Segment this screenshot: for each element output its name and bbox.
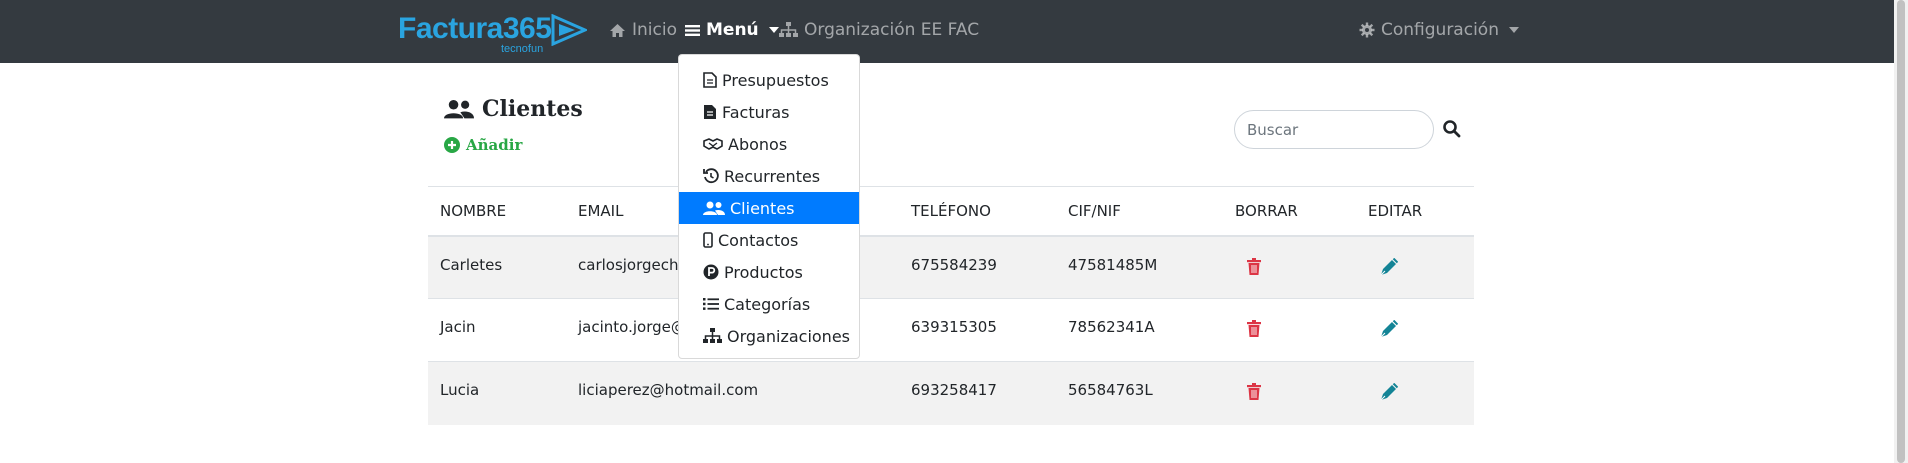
nav-menu[interactable]: Menú (685, 20, 779, 40)
users-icon (703, 201, 725, 215)
delete-button[interactable] (1247, 383, 1261, 404)
table-row: Carletes carlosjorgech7 675584239 475814… (428, 235, 1474, 299)
column-header-nombre[interactable]: NOMBRE (428, 186, 566, 237)
cell-editar (1356, 235, 1474, 299)
dropdown-item-label: Contactos (718, 230, 799, 250)
add-client-button[interactable]: Añadir (444, 136, 522, 154)
pen-icon (1380, 257, 1399, 275)
cell-nombre: Lucia (428, 361, 566, 425)
play-logo-icon (551, 14, 587, 46)
dropdown-item-label: Facturas (722, 102, 790, 122)
brand-name: Factura365 (398, 12, 552, 45)
table-row: Lucia liciaperez@hotmail.com 693258417 5… (428, 361, 1474, 425)
delete-button[interactable] (1247, 257, 1261, 279)
handshake-icon (703, 138, 723, 150)
dropdown-item-facturas[interactable]: Facturas (679, 96, 859, 128)
nav-organizacion-label: Organización EE FAC (804, 20, 980, 40)
column-header-cif[interactable]: CIF/NIF (1056, 186, 1223, 237)
cell-borrar (1223, 298, 1356, 362)
brand-logo[interactable]: Factura365 tecnofun (398, 10, 588, 55)
cell-editar (1356, 361, 1474, 425)
dropdown-item-label: Presupuestos (722, 70, 829, 90)
cell-telefono: 639315305 (899, 298, 1056, 362)
cell-email: liciaperez@hotmail.com (566, 361, 899, 425)
dropdown-item-label: Categorías (724, 294, 811, 314)
dropdown-item-label: Clientes (730, 198, 795, 218)
column-header-telefono[interactable]: TELÉFONO (899, 186, 1056, 237)
caret-down-icon (768, 27, 779, 33)
product-p-icon (703, 264, 719, 280)
dropdown-item-recurrentes[interactable]: Recurrentes (679, 160, 859, 192)
search-input[interactable] (1234, 110, 1434, 149)
dropdown-item-label: Organizaciones (727, 326, 850, 346)
cell-nombre: Carletes (428, 235, 566, 299)
edit-button[interactable] (1380, 382, 1399, 405)
page-title-text: Clientes (482, 96, 583, 122)
dropdown-item-label: Recurrentes (724, 166, 821, 186)
clients-table: NOMBRE EMAIL TELÉFONO CIF/NIF BORRAR EDI… (428, 186, 1474, 425)
bars-icon (685, 24, 700, 36)
scrollbar-thumb[interactable] (1897, 0, 1905, 463)
edit-button[interactable] (1380, 319, 1399, 342)
dropdown-item-contactos[interactable]: Contactos (679, 224, 859, 256)
cell-cif: 47581485M (1056, 235, 1223, 299)
dropdown-item-categorias[interactable]: Categorías (679, 288, 859, 320)
trash-icon (1247, 257, 1261, 275)
column-header-editar: EDITAR (1356, 186, 1474, 237)
edit-button[interactable] (1380, 257, 1399, 280)
nav-configuracion[interactable]: Configuración (1359, 20, 1519, 40)
dropdown-item-productos[interactable]: Productos (679, 256, 859, 288)
sitemap-icon (779, 22, 798, 37)
trash-icon (1247, 383, 1261, 400)
dropdown-item-presupuestos[interactable]: Presupuestos (679, 64, 859, 96)
delete-button[interactable] (1247, 320, 1261, 341)
trash-icon (1247, 320, 1261, 337)
cell-editar (1356, 298, 1474, 362)
add-client-label: Añadir (466, 136, 523, 154)
cell-borrar (1223, 235, 1356, 299)
nav-organizacion[interactable]: Organización EE FAC (779, 20, 979, 40)
file-icon (703, 72, 717, 88)
top-navbar: Factura365 tecnofun Inicio Menú Organiza… (0, 0, 1908, 63)
table-header-row: NOMBRE EMAIL TELÉFONO CIF/NIF BORRAR EDI… (428, 186, 1474, 237)
mobile-icon (703, 232, 713, 248)
nav-menu-label: Menú (706, 20, 759, 40)
cell-borrar (1223, 361, 1356, 425)
cell-nombre: Jacin (428, 298, 566, 362)
gear-icon (1359, 22, 1375, 38)
nav-inicio[interactable]: Inicio (609, 20, 677, 40)
dropdown-item-label: Productos (724, 262, 803, 282)
cell-cif: 78562341A (1056, 298, 1223, 362)
dropdown-item-clientes[interactable]: Clientes (679, 192, 859, 224)
nav-inicio-label: Inicio (632, 20, 677, 40)
pen-icon (1380, 319, 1399, 338)
caret-down-icon (1508, 27, 1519, 33)
cell-telefono: 693258417 (899, 361, 1056, 425)
table-row: Jacin jacinto.jorge@ 639315305 78562341A (428, 298, 1474, 362)
plus-circle-icon (444, 137, 460, 153)
sitemap-icon (703, 328, 722, 343)
nav-configuracion-label: Configuración (1381, 20, 1499, 40)
pen-icon (1380, 382, 1399, 401)
page-title: Clientes (444, 96, 583, 122)
dropdown-item-abonos[interactable]: Abonos (679, 128, 859, 160)
list-icon (703, 298, 719, 310)
users-icon (444, 99, 474, 118)
column-header-borrar: BORRAR (1223, 186, 1356, 237)
home-icon (610, 23, 625, 37)
search-icon[interactable] (1442, 119, 1462, 139)
vertical-scrollbar[interactable] (1894, 0, 1908, 463)
history-icon (703, 168, 719, 184)
file-text-icon (704, 105, 716, 119)
cell-cif: 56584763L (1056, 361, 1223, 425)
menu-dropdown: Presupuestos Facturas Abonos Recurrentes… (678, 54, 860, 359)
cell-telefono: 675584239 (899, 235, 1056, 299)
brand-subtitle: tecnofun (501, 43, 544, 55)
dropdown-item-organizaciones[interactable]: Organizaciones (679, 320, 859, 352)
dropdown-item-label: Abonos (728, 134, 788, 154)
